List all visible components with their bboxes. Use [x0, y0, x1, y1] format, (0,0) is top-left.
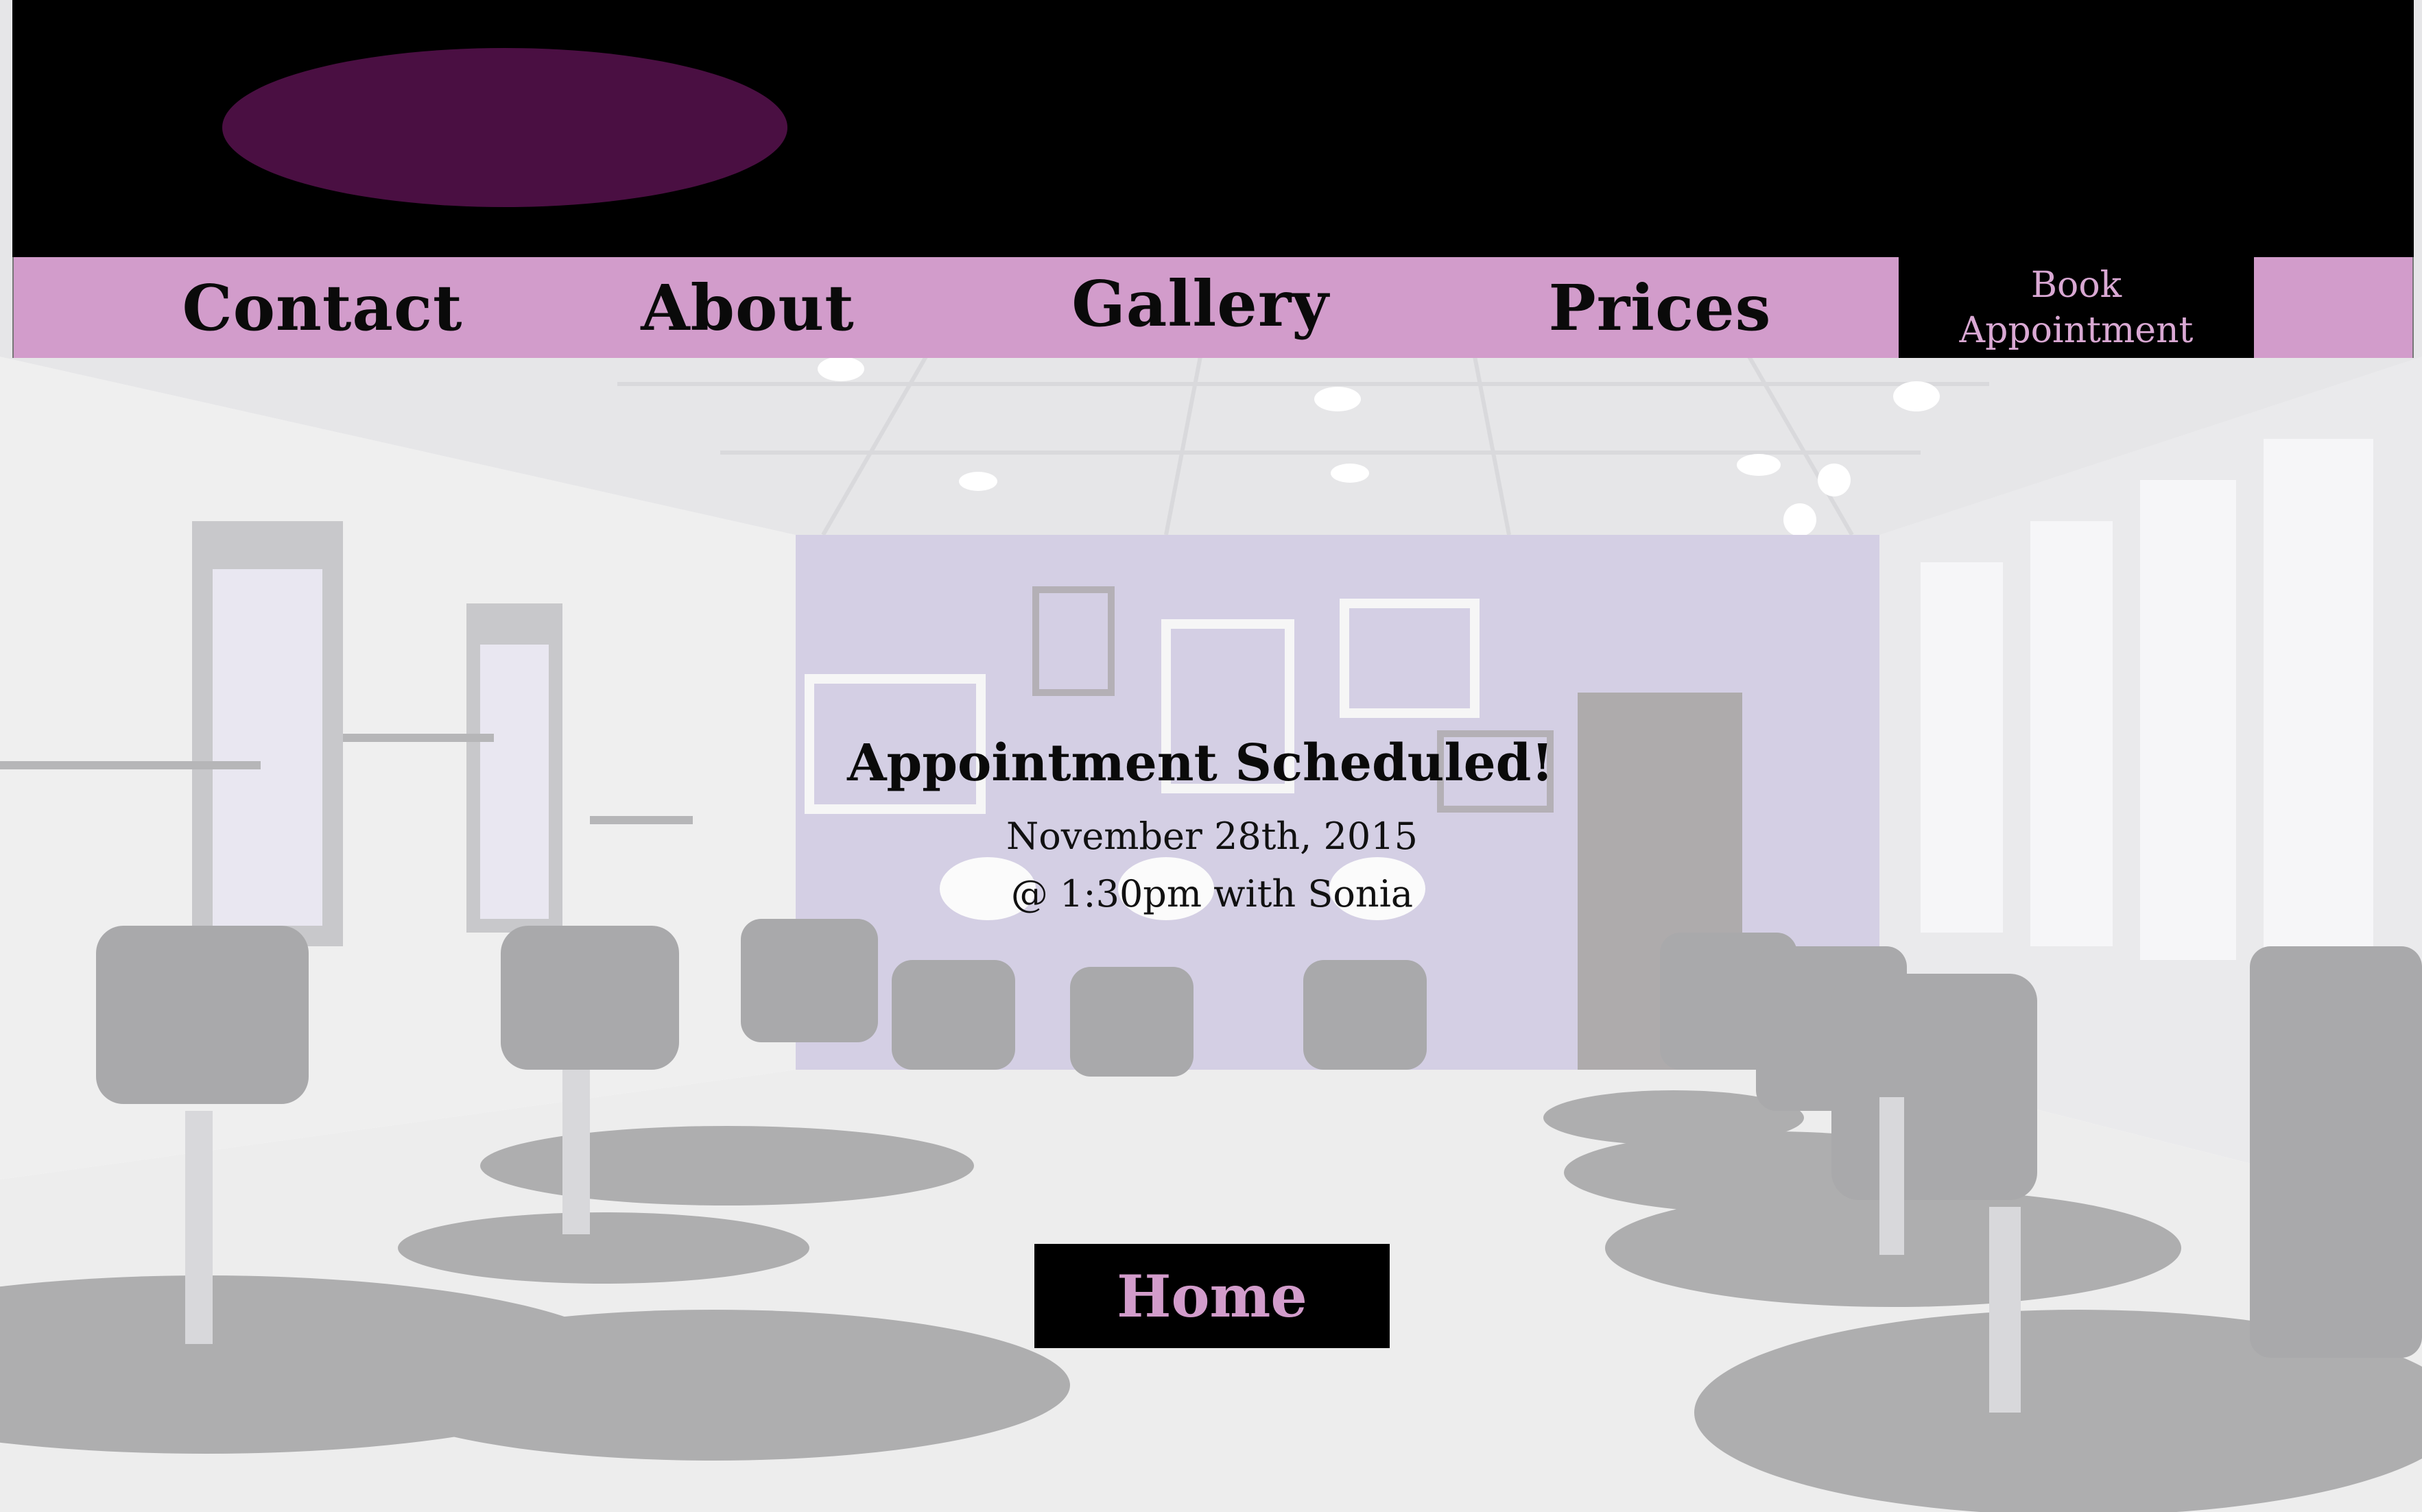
main-nav: Contact About Gallery Prices Book Appoin… — [12, 257, 2414, 358]
book-label-line2: Appointment — [1959, 309, 2194, 351]
nav-contact[interactable]: Contact — [130, 257, 514, 358]
logo[interactable] — [222, 48, 787, 207]
nav-gallery[interactable]: Gallery — [1008, 253, 1392, 354]
home-button[interactable]: Home — [1034, 1244, 1390, 1348]
confirmation-date: November 28th, 2015 — [1006, 815, 1418, 858]
confirmation-title: Appointment Scheduled! — [847, 734, 1554, 793]
nav-about[interactable]: About — [556, 257, 940, 358]
book-appointment-button[interactable]: Book Appointment — [1899, 257, 2254, 358]
site-header — [12, 0, 2414, 257]
book-label-line1: Book — [2030, 264, 2122, 306]
nav-prices[interactable]: Prices — [1468, 257, 1852, 358]
confirmation-time: @ 1:30pm with Sonia — [1010, 872, 1414, 915]
page: Contact About Gallery Prices Book Appoin… — [0, 0, 2422, 1512]
